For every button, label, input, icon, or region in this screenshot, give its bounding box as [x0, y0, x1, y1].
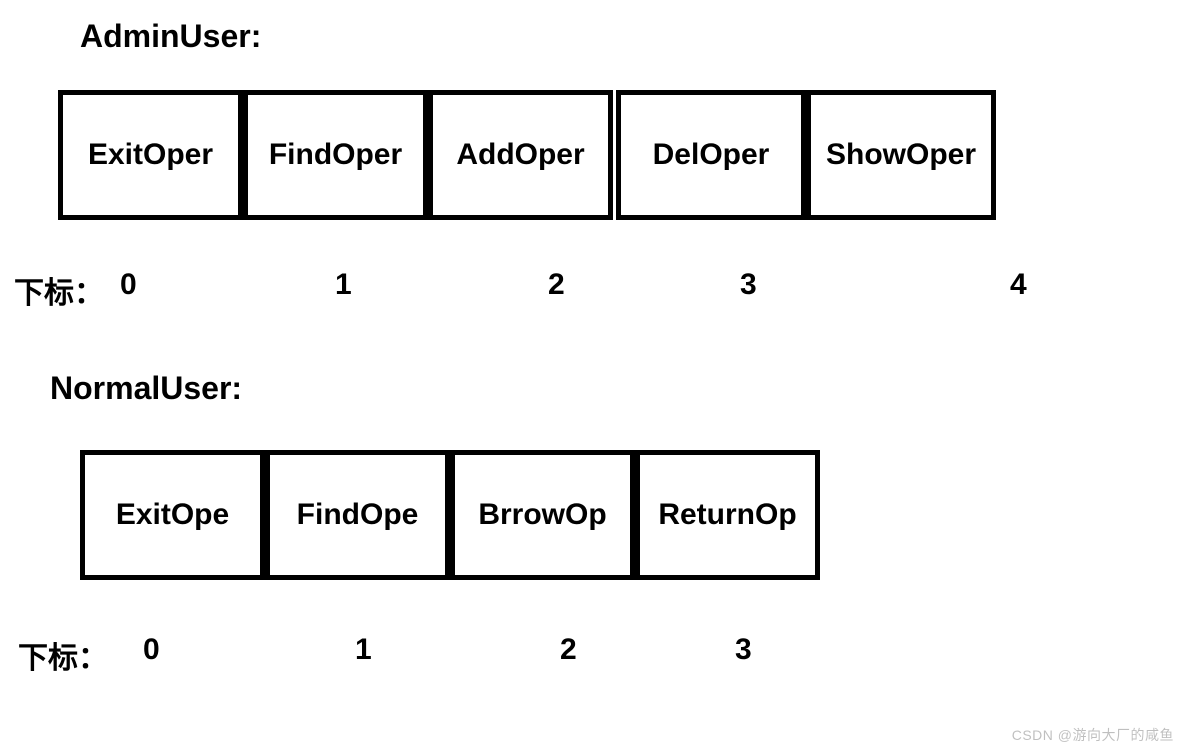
admin-index-4: 4: [1010, 268, 1027, 302]
admin-cell-1-label: FindOper: [269, 138, 402, 172]
normal-index-label: 下标：: [18, 633, 108, 677]
section-title-admin: AdminUser:: [80, 18, 261, 55]
normal-index-3: 3: [735, 633, 752, 667]
section-title-normal: NormalUser:: [50, 370, 242, 407]
normal-cell-1-label: FindOpe: [297, 498, 419, 532]
admin-index-3: 3: [740, 268, 757, 302]
admin-cell-4-label: ShowOper: [826, 138, 976, 172]
normal-index-2: 2: [560, 633, 577, 667]
normal-cell-2: BrrowOp: [450, 450, 635, 580]
admin-index-label: 下标：: [14, 268, 104, 312]
admin-index-1: 1: [335, 268, 352, 302]
normal-cell-1: FindOpe: [265, 450, 450, 580]
normal-index-1: 1: [355, 633, 372, 667]
admin-cell-1: FindOper: [243, 90, 428, 220]
watermark-text: CSDN @游向大厂的咸鱼: [1012, 725, 1174, 745]
admin-index-2: 2: [548, 268, 565, 302]
admin-cell-3-label: DelOper: [653, 138, 770, 172]
admin-cell-0-label: ExitOper: [88, 138, 213, 172]
normal-cell-0: ExitOpe: [80, 450, 265, 580]
normal-cell-3: ReturnOp: [635, 450, 820, 580]
normal-cell-3-label: ReturnOp: [658, 498, 796, 532]
admin-index-0: 0: [120, 268, 137, 302]
normal-cell-2-label: BrrowOp: [478, 498, 606, 532]
admin-cell-2-label: AddOper: [456, 138, 584, 172]
normal-cell-0-label: ExitOpe: [116, 498, 229, 532]
admin-cell-0: ExitOper: [58, 90, 243, 220]
normal-index-0: 0: [143, 633, 160, 667]
admin-cell-4: ShowOper: [806, 90, 996, 220]
admin-cell-2: AddOper: [428, 90, 613, 220]
admin-cell-3: DelOper: [616, 90, 806, 220]
